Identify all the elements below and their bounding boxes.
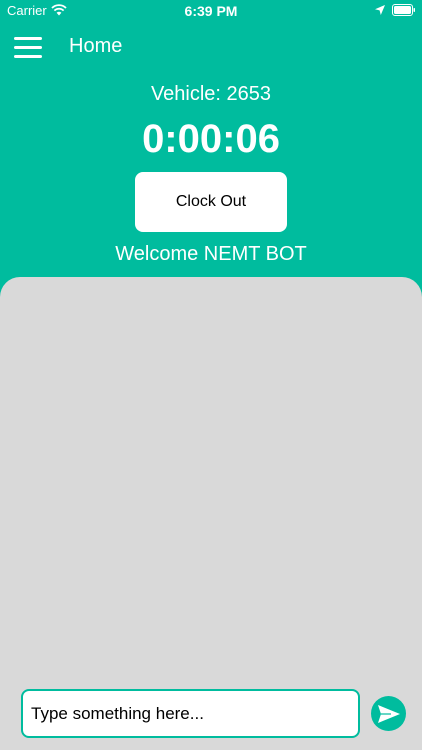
welcome-message: Welcome NEMT BOT xyxy=(115,243,307,265)
message-input[interactable] xyxy=(21,689,360,738)
home-screen: Carrier 6:39 PM Home Vehicle: 2653 0:00:… xyxy=(0,0,422,750)
status-bar: Carrier 6:39 PM xyxy=(0,0,422,22)
battery-icon xyxy=(392,4,415,16)
send-icon xyxy=(378,705,400,723)
location-arrow-icon xyxy=(375,5,385,15)
status-time: 6:39 PM xyxy=(184,3,238,19)
clock-out-button[interactable]: Clock Out xyxy=(135,172,287,232)
send-button[interactable] xyxy=(371,696,406,731)
vehicle-label: Vehicle: 2653 xyxy=(150,83,272,105)
hamburger-menu-icon[interactable] xyxy=(14,36,42,58)
chat-messages-panel[interactable] xyxy=(0,277,422,750)
shift-timer: 0:00:06 xyxy=(142,117,280,161)
page-title: Home xyxy=(69,35,123,57)
